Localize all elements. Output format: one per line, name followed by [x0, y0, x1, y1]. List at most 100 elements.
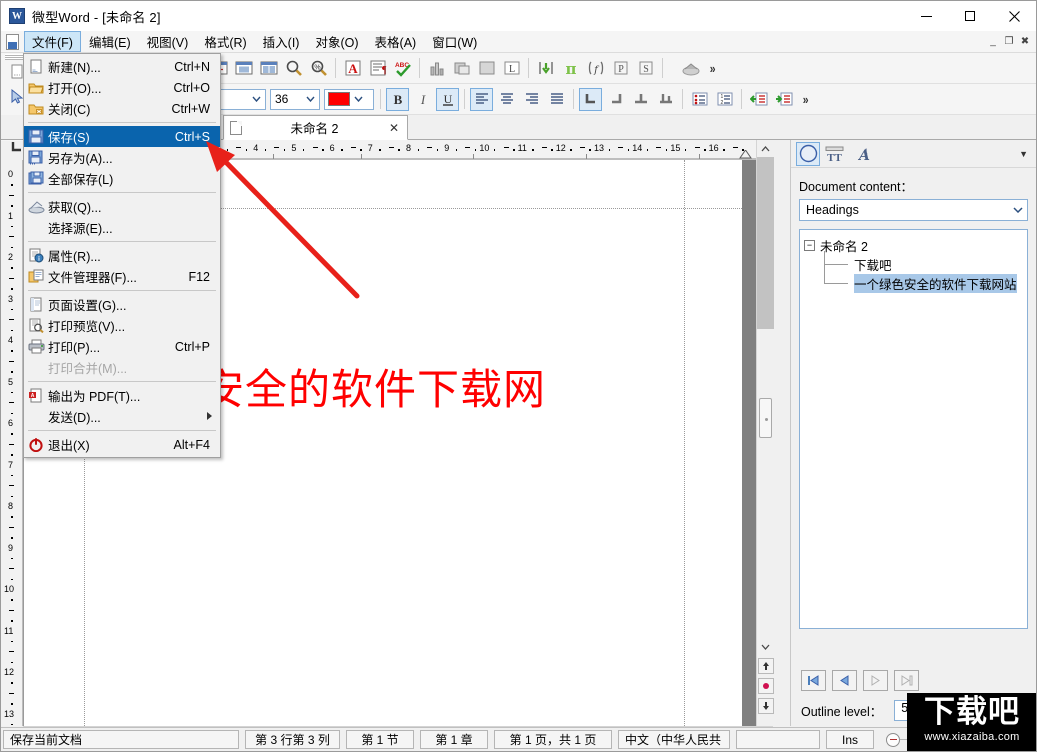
abc-check-icon[interactable]: ABC — [391, 57, 414, 80]
valign-top-button[interactable] — [654, 88, 677, 111]
magnifier-icon[interactable] — [282, 57, 305, 80]
next-page-button[interactable] — [758, 698, 774, 714]
file-menu-item[interactable]: i属性(R)... — [24, 245, 220, 266]
panel-menu-button[interactable]: ▼ — [1019, 149, 1028, 159]
compass-icon[interactable] — [796, 142, 820, 166]
bar-chart-icon[interactable] — [425, 57, 448, 80]
numbered-list-button[interactable]: 1 2 — [713, 88, 736, 111]
tree-item[interactable]: 下载吧 — [804, 255, 1023, 274]
increase-indent-button[interactable] — [772, 88, 795, 111]
document-tab-close-button[interactable]: ✕ — [387, 121, 401, 135]
object-stack-icon[interactable] — [450, 57, 473, 80]
maximize-button[interactable] — [948, 1, 992, 31]
menu-table[interactable]: 表格(A) — [367, 31, 425, 52]
valign-center-button[interactable] — [629, 88, 652, 111]
align-right-button[interactable] — [520, 88, 543, 111]
align-center-button[interactable] — [495, 88, 518, 111]
menu-window[interactable]: 窗口(W) — [424, 31, 485, 52]
file-menu-item[interactable]: 另存为(A)... — [24, 147, 220, 168]
chevron-down-icon[interactable] — [248, 90, 265, 109]
menu-view[interactable]: 视图(V) — [139, 31, 197, 52]
magnifier-percent-icon[interactable]: % — [307, 57, 330, 80]
s-box-icon[interactable]: S — [634, 57, 657, 80]
nav-first-button[interactable] — [801, 670, 826, 691]
fit-page-icon[interactable] — [232, 57, 255, 80]
document-outline-tree[interactable]: − 未命名 2 下载吧 一个绿色安全的软件下载网站 — [799, 229, 1028, 629]
file-menu-item[interactable]: 获取(Q)... — [24, 196, 220, 217]
menu-insert[interactable]: 插入(I) — [255, 31, 308, 52]
font-color-combo[interactable] — [324, 89, 374, 110]
zoom-slider-knob[interactable] — [886, 733, 900, 747]
horizontal-ruler[interactable]: 345678910111213141516 — [211, 140, 756, 160]
menu-edit[interactable]: 编辑(E) — [81, 31, 139, 52]
minimize-button[interactable] — [904, 1, 948, 31]
nav-last-button[interactable] — [894, 670, 919, 691]
pilcrow-page-icon[interactable]: ¶ — [366, 57, 389, 80]
previous-page-button[interactable] — [758, 658, 774, 674]
chevron-down-icon[interactable] — [350, 90, 367, 109]
chevron-down-icon[interactable] — [1009, 207, 1027, 213]
mdi-restore-button[interactable]: ❐ — [1001, 34, 1017, 50]
scroll-up-button[interactable] — [757, 140, 774, 157]
decrease-indent-button[interactable] — [747, 88, 770, 111]
file-menu-item[interactable]: 打印(P)...Ctrl+P — [24, 336, 220, 357]
scrollbar-thumb[interactable] — [757, 157, 774, 329]
indent-marker-icon[interactable] — [739, 150, 752, 159]
file-menu-item[interactable]: 全部保存(L) — [24, 168, 220, 189]
menu-format[interactable]: 格式(R) — [196, 31, 254, 52]
font-size-combo[interactable]: 36 — [270, 89, 320, 110]
tree-root-node[interactable]: − 未命名 2 — [804, 236, 1023, 255]
document-vertical-scrollbar[interactable] — [756, 140, 773, 726]
ruler-tab-stop[interactable] — [473, 154, 474, 159]
tree-collapse-icon[interactable]: − — [804, 240, 815, 251]
two-page-icon[interactable] — [257, 57, 280, 80]
document-tab[interactable]: 未命名 2 ✕ — [223, 115, 408, 140]
nav-next-button[interactable] — [863, 670, 888, 691]
file-menu-item[interactable]: 保存(S)Ctrl+S — [24, 126, 220, 147]
bold-button[interactable]: B — [386, 88, 409, 111]
document-window-icon[interactable] — [4, 33, 21, 50]
file-menu-item[interactable]: 关闭(C)Ctrl+W — [24, 98, 220, 119]
frame-icon[interactable] — [475, 57, 498, 80]
align-justify-button[interactable] — [545, 88, 568, 111]
select-browse-object-button[interactable] — [758, 678, 774, 694]
pi-icon[interactable]: π — [559, 57, 582, 80]
ruler-tab-stop[interactable] — [361, 154, 362, 159]
stylized-a-icon[interactable]: A 1 — [848, 142, 872, 166]
mail-icon[interactable] — [679, 57, 702, 80]
file-menu-item[interactable]: 打开(O)...Ctrl+O — [24, 77, 220, 98]
file-menu-item[interactable]: 文件管理器(F)...F12 — [24, 266, 220, 287]
bullet-list-button[interactable] — [688, 88, 711, 111]
content-type-select[interactable]: Headings — [799, 199, 1028, 221]
mdi-minimize-button[interactable]: _ — [985, 34, 1001, 50]
file-menu-dropdown[interactable]: 新建(N)...Ctrl+N打开(O)...Ctrl+O关闭(C)Ctrl+W 保… — [23, 53, 221, 458]
file-menu-item[interactable]: 选择源(E)... — [24, 217, 220, 238]
ruler-tab-stop[interactable] — [586, 154, 587, 159]
p-box-icon[interactable]: P — [609, 57, 632, 80]
vertical-ruler[interactable]: 012345678910111213 — [1, 160, 23, 726]
file-menu-item[interactable]: 退出(X)Alt+F4 — [24, 434, 220, 455]
mdi-close-button[interactable]: ✖ — [1017, 34, 1033, 50]
valign-bottom-right-button[interactable] — [604, 88, 627, 111]
ruler-tab-stop[interactable] — [273, 154, 274, 159]
file-menu-item[interactable]: A输出为 PDF(T)... — [24, 385, 220, 406]
letter-a-icon[interactable]: A — [341, 57, 364, 80]
status-insert-mode[interactable]: Ins — [826, 730, 874, 749]
file-menu-item[interactable]: 打印预览(V)... — [24, 315, 220, 336]
file-menu-item[interactable]: 新建(N)...Ctrl+N — [24, 56, 220, 77]
underline-button[interactable]: U — [436, 88, 459, 111]
standard-toolbar-overflow[interactable]: » — [710, 61, 716, 76]
split-handle[interactable] — [759, 398, 772, 438]
ruler-tab-stop[interactable] — [699, 154, 700, 159]
nav-prev-button[interactable] — [832, 670, 857, 691]
menu-object[interactable]: 对象(O) — [307, 31, 366, 52]
formatting-toolbar-overflow[interactable]: » — [803, 92, 809, 107]
close-button[interactable] — [992, 1, 1036, 31]
scroll-down-button[interactable] — [757, 638, 774, 655]
align-left-button[interactable] — [470, 88, 493, 111]
file-menu-item[interactable]: 发送(D)... — [24, 406, 220, 427]
italic-button[interactable]: I — [411, 88, 434, 111]
file-menu-item[interactable]: 页面设置(G)... — [24, 294, 220, 315]
valign-bottom-button[interactable] — [579, 88, 602, 111]
function-f-icon[interactable]: f — [584, 57, 607, 80]
